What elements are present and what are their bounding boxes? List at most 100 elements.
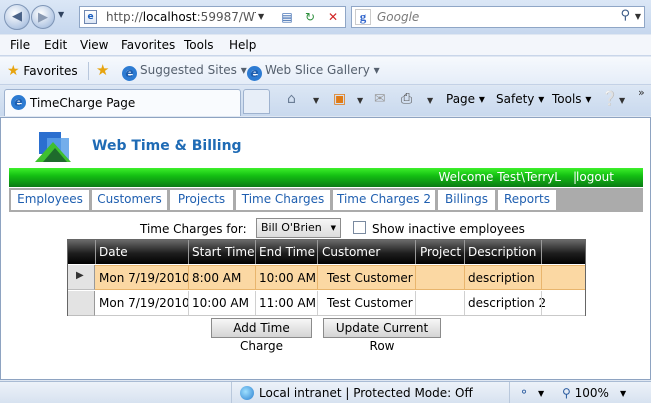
address-bar[interactable]: e http://localhost:59987/WTA ▼ ▤ ↻ ✕ xyxy=(79,6,346,28)
protected-mode-dropdown-icon[interactable]: ▼ xyxy=(538,389,544,398)
back-button[interactable]: ◀ xyxy=(4,4,30,30)
tools-menu[interactable]: Tools ▾ xyxy=(552,92,591,106)
tab-timecharge[interactable]: e TimeCharge Page xyxy=(4,89,241,116)
table-row[interactable]: Mon 7/19/2010 10:00 AM 11:00 AM Test Cus… xyxy=(68,291,585,316)
web-slice-gallery-link[interactable]: e Web Slice Gallery ▾ xyxy=(247,63,380,81)
rss-feed-icon[interactable]: ▣ xyxy=(333,91,346,107)
favorites-label: Favorites xyxy=(23,64,78,78)
add-time-charge-button[interactable]: Add Time Charge xyxy=(211,318,312,353)
cell-start-time[interactable]: 8:00 AM xyxy=(192,271,241,285)
forward-button[interactable]: ▶ xyxy=(31,5,55,29)
welcome-bar: Welcome Test\TerryL | logout xyxy=(9,168,643,187)
recent-pages-dropdown-icon[interactable]: ▼ xyxy=(58,10,64,19)
menu-edit[interactable]: Edit xyxy=(44,38,67,52)
col-header-end-time[interactable]: End Time xyxy=(259,245,315,259)
col-header-date[interactable]: Date xyxy=(99,245,128,259)
cell-description[interactable]: description xyxy=(468,271,535,285)
stop-icon[interactable]: ✕ xyxy=(322,8,344,26)
grid-divider xyxy=(255,291,256,315)
compatibility-view-icon[interactable]: ▤ xyxy=(276,8,298,26)
page-menu[interactable]: Page ▾ xyxy=(446,92,485,106)
zoom-value: 100% xyxy=(574,386,609,400)
menu-favorites[interactable]: Favorites xyxy=(121,38,175,52)
zoom-magnifier-icon: ⚲ xyxy=(562,386,571,400)
grid-divider xyxy=(464,240,465,264)
page-content: Web Time & Billing Welcome Test\TerryL |… xyxy=(0,117,651,380)
update-current-row-button[interactable]: Update Current Row xyxy=(323,318,441,353)
nav-billings[interactable]: Billings xyxy=(438,190,495,210)
cell-customer[interactable]: Test Customer xyxy=(327,271,413,285)
nav-customers[interactable]: Customers xyxy=(92,190,167,210)
cell-end-time[interactable]: 11:00 AM xyxy=(259,296,316,310)
cell-date[interactable]: Mon 7/19/2010 xyxy=(99,296,190,310)
show-inactive-checkbox[interactable] xyxy=(353,221,366,234)
help-dropdown-icon[interactable]: ▼ xyxy=(619,96,625,105)
favorites-divider xyxy=(88,62,89,80)
cell-end-time[interactable]: 10:00 AM xyxy=(259,271,316,285)
new-tab-button[interactable] xyxy=(243,89,270,114)
grid-divider xyxy=(415,240,416,264)
protected-mode-icon[interactable]: ⚬ xyxy=(519,385,529,399)
zoom-level[interactable]: ⚲ 100% xyxy=(562,386,609,400)
search-dropdown-icon[interactable]: ▼ xyxy=(635,12,641,21)
nav-employees[interactable]: Employees xyxy=(11,190,89,210)
status-cell xyxy=(452,382,510,403)
search-box[interactable]: g Google ⚲ ▼ xyxy=(351,6,645,28)
grid-divider xyxy=(255,240,256,264)
nav-time-charges[interactable]: Time Charges xyxy=(236,190,330,210)
add-to-favorites-icon[interactable]: ★ xyxy=(96,61,109,79)
safety-menu[interactable]: Safety ▾ xyxy=(496,92,544,106)
filter-label: Time Charges for: xyxy=(140,222,247,236)
favorites-button[interactable]: ★ Favorites xyxy=(7,63,78,79)
col-header-description[interactable]: Description xyxy=(468,245,536,259)
grid-divider xyxy=(95,240,96,264)
search-placeholder[interactable]: Google xyxy=(377,10,419,24)
employee-select[interactable]: Bill O'Brien ▼ xyxy=(256,218,341,238)
menu-tools[interactable]: Tools xyxy=(184,38,214,52)
mail-icon[interactable]: ✉ xyxy=(374,91,386,107)
menu-file[interactable]: File xyxy=(10,38,30,52)
grid-divider xyxy=(317,266,318,289)
logout-link[interactable]: logout xyxy=(576,170,614,184)
home-dropdown-icon[interactable]: ▼ xyxy=(313,96,319,105)
row-header[interactable] xyxy=(68,291,95,316)
cell-start-time[interactable]: 10:00 AM xyxy=(192,296,249,310)
chevron-more-icon[interactable]: » xyxy=(638,86,645,99)
employee-select-value: Bill O'Brien xyxy=(261,221,322,234)
refresh-icon[interactable]: ↻ xyxy=(299,8,321,26)
cell-description[interactable]: description 2 xyxy=(468,296,546,310)
menu-help[interactable]: Help xyxy=(229,38,256,52)
nav-time-charges-2[interactable]: Time Charges 2 xyxy=(333,190,435,210)
suggested-sites-link[interactable]: e Suggested Sites ▾ xyxy=(122,63,247,81)
help-icon[interactable]: ❔ xyxy=(601,91,618,107)
address-dropdown-icon[interactable]: ▼ xyxy=(258,12,264,21)
cell-date[interactable]: Mon 7/19/2010 xyxy=(99,271,190,285)
app-title: Web Time & Billing xyxy=(92,138,242,154)
grid-divider xyxy=(541,291,542,315)
table-row[interactable]: ▶ Mon 7/19/2010 8:00 AM 10:00 AM Test Cu… xyxy=(68,265,585,290)
cell-customer[interactable]: Test Customer xyxy=(327,296,413,310)
zoom-dropdown-icon[interactable]: ▼ xyxy=(620,389,626,398)
tab-row: e TimeCharge Page ⌂ ▼ ▣ ▼ ✉ ⎙ ▼ Page ▾ S… xyxy=(0,86,651,116)
feed-dropdown-icon[interactable]: ▼ xyxy=(357,96,363,105)
col-header-start-time[interactable]: Start Time xyxy=(192,245,255,259)
home-icon[interactable]: ⌂ xyxy=(287,91,296,107)
menu-view[interactable]: View xyxy=(80,38,108,52)
row-header[interactable]: ▶ xyxy=(68,265,95,290)
print-dropdown-icon[interactable]: ▼ xyxy=(427,96,433,105)
grid-divider xyxy=(464,291,465,315)
grid-divider xyxy=(188,291,189,315)
status-bar: Local intranet | Protected Mode: Off ⚬ ▼… xyxy=(0,381,651,403)
current-row-pointer-icon: ▶ xyxy=(76,270,84,281)
nav-reports[interactable]: Reports xyxy=(498,190,556,210)
ie-icon: e xyxy=(247,66,262,81)
nav-projects[interactable]: Projects xyxy=(170,190,233,210)
show-inactive-label[interactable]: Show inactive employees xyxy=(372,222,525,236)
grid-divider xyxy=(317,291,318,315)
search-icon[interactable]: ⚲ xyxy=(620,8,630,23)
security-zone-text[interactable]: Local intranet | Protected Mode: Off xyxy=(259,386,473,400)
col-header-customer[interactable]: Customer xyxy=(322,245,380,259)
col-header-project[interactable]: Project xyxy=(420,245,461,259)
url-text[interactable]: http://localhost:59987/WTA xyxy=(106,10,256,24)
print-icon[interactable]: ⎙ xyxy=(401,91,412,107)
